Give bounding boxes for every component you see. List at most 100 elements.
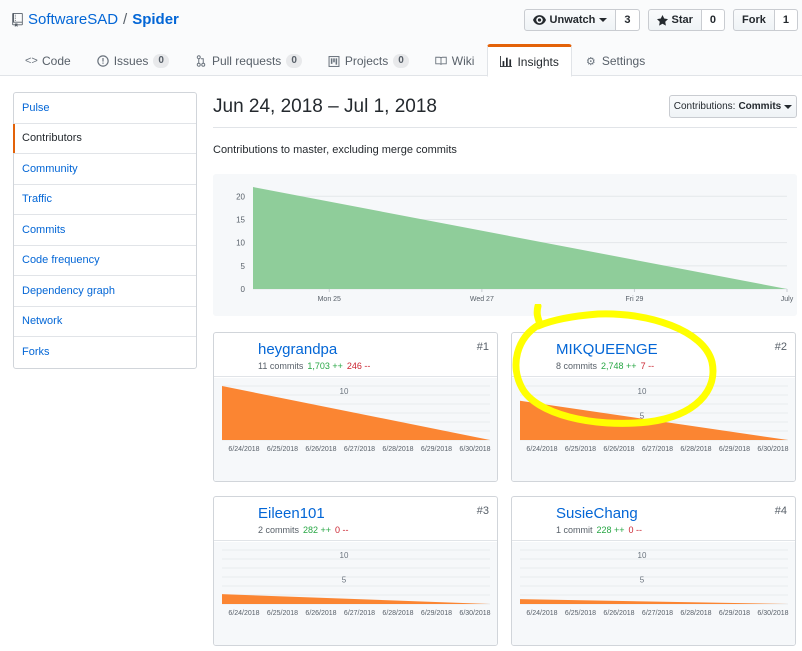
contributions-dropdown[interactable]: Contributions: Commits	[669, 95, 797, 118]
deletions-count: 7 --	[640, 361, 655, 371]
star-icon	[656, 14, 668, 26]
repo-nav: <> Code Issues 0 Pull requests 0 Project…	[12, 44, 658, 77]
y-tick-label: 10	[638, 387, 647, 396]
star-button[interactable]: Star	[647, 9, 702, 31]
x-tick-label: 6/27/2018	[344, 446, 375, 453]
contributor-card: Eileen101 #3 2 commits 282 ++ 0 -- 5 10 6/24…	[213, 496, 498, 646]
contributor-rank: #3	[476, 505, 489, 517]
unwatch-label: Unwatch	[549, 14, 596, 26]
contributor-card: SusieChang #4 1 commit 228 ++ 0 -- 5 10 6/24…	[511, 496, 796, 646]
unwatch-button[interactable]: Unwatch	[523, 9, 617, 31]
menu-item-community[interactable]: Community	[14, 154, 196, 185]
y-tick-label: 10	[236, 239, 245, 248]
star-label: Star	[671, 14, 693, 26]
repo-name-link[interactable]: Spider	[132, 11, 179, 28]
tab-issues[interactable]: Issues 0	[84, 44, 182, 76]
deletions-count: 0 --	[628, 525, 643, 535]
menu-item-traffic[interactable]: Traffic	[14, 185, 196, 215]
commits-link[interactable]: 8 commits	[556, 361, 597, 371]
contributor-rank: #2	[774, 341, 787, 353]
tab-settings[interactable]: ⚙ Settings	[572, 44, 658, 76]
commits-link[interactable]: 11 commits	[258, 361, 303, 371]
date-range-title: Jun 24, 2018 – Jul 1, 2018	[213, 96, 437, 117]
contributor-rank: #1	[476, 341, 489, 353]
tab-wiki[interactable]: Wiki	[422, 44, 488, 76]
chevron-down-icon	[599, 18, 608, 22]
x-tick-label: 6/29/2018	[719, 610, 750, 617]
menu-item-dependency-graph[interactable]: Dependency graph	[14, 276, 196, 307]
menu-item-contributors[interactable]: Contributors	[13, 123, 196, 154]
y-tick-label: 20	[236, 192, 245, 201]
tab-insights-label: Insights	[517, 54, 559, 69]
deletions-count: 0 --	[335, 525, 349, 535]
menu-item-commits[interactable]: Commits	[14, 215, 196, 246]
x-tick-label: Wed 27	[470, 296, 494, 303]
contributor-name-link[interactable]: SusieChang	[556, 505, 638, 522]
additions-count: 282 ++	[303, 525, 332, 535]
contributor-stats: 11 commits 1,703 ++ 246 --	[258, 361, 370, 371]
x-tick-label: July	[781, 296, 794, 303]
x-tick-label: 6/24/2018	[526, 446, 557, 453]
tab-projects[interactable]: Projects 0	[315, 44, 422, 76]
avatar[interactable]	[519, 504, 550, 535]
x-tick-label: 6/25/2018	[565, 446, 596, 453]
contributor-name-link[interactable]: MIKQUEENGE	[556, 341, 658, 358]
y-tick-label: 5	[342, 575, 347, 584]
menu-item-pulse[interactable]: Pulse	[14, 93, 196, 124]
y-tick-label: 10	[340, 551, 349, 560]
fork-button[interactable]: Fork	[733, 9, 775, 31]
tab-pull-requests-label: Pull requests	[211, 54, 282, 68]
repo-owner-link[interactable]: SoftwareSAD	[28, 11, 118, 28]
contributor-rank: #4	[774, 505, 787, 517]
tab-code-label: Code	[42, 54, 71, 68]
x-tick-label: 6/29/2018	[421, 610, 452, 617]
tab-pull-requests[interactable]: Pull requests 0	[182, 44, 315, 76]
fork-label: Fork	[742, 14, 766, 26]
y-tick-label: 10	[340, 387, 349, 396]
avatar[interactable]	[519, 340, 550, 371]
additions-count: 1,703 ++	[307, 361, 343, 371]
y-tick-label: 5	[640, 575, 645, 584]
contributor-chart: 5 10 6/24/2018 6/25/2018 6/26/2018 6/27/2018 6…	[512, 542, 795, 645]
x-tick-label: 6/27/2018	[344, 610, 375, 617]
pull-requests-counter: 0	[286, 54, 302, 68]
gear-icon: ⚙	[585, 55, 596, 68]
contributor-header: heygrandpa #1 11 commits 1,703 ++ 246 --	[214, 333, 497, 377]
tab-issues-label: Issues	[113, 54, 149, 68]
x-tick-label: 6/26/2018	[603, 610, 634, 617]
y-tick-label: 15	[236, 215, 245, 224]
insights-menu: Pulse Contributors Community Traffic Com…	[13, 92, 197, 369]
avatar[interactable]	[221, 504, 252, 535]
watchers-count[interactable]: 3	[616, 9, 640, 31]
menu-item-code-frequency[interactable]: Code frequency	[14, 246, 196, 276]
x-tick-label: 6/30/2018	[757, 610, 788, 617]
tab-code[interactable]: <> Code	[12, 44, 84, 76]
stars-count[interactable]: 0	[701, 9, 726, 31]
repo-separator: /	[123, 11, 128, 28]
avatar[interactable]	[221, 340, 252, 371]
star-group: Star 0	[647, 9, 726, 31]
y-tick-label: 5	[241, 262, 246, 271]
menu-item-forks[interactable]: Forks	[14, 337, 196, 368]
x-tick-label: Mon 25	[318, 296, 341, 303]
contributor-header: MIKQUEENGE #2 8 commits 2,748 ++ 7 --	[512, 333, 795, 377]
tab-insights[interactable]: Insights	[487, 44, 572, 77]
repo-header: SoftwareSAD / Spider Unwatch 3 Star 0 Fo…	[0, 0, 802, 77]
x-tick-label: 6/30/2018	[459, 446, 490, 453]
project-icon	[328, 55, 340, 67]
commits-link[interactable]: 2 commits	[258, 525, 299, 535]
contributor-name-link[interactable]: heygrandpa	[258, 341, 337, 358]
x-tick-label: 6/27/2018	[642, 610, 673, 617]
contributor-name-link[interactable]: Eileen101	[258, 505, 325, 522]
contributions-subtitle: Contributions to master, excluding merge…	[213, 144, 457, 156]
forks-count[interactable]: 1	[774, 9, 798, 31]
x-tick-label: 6/29/2018	[719, 446, 750, 453]
commits-link[interactable]: 1 commit	[556, 525, 593, 535]
contributor-stats: 8 commits 2,748 ++ 7 --	[556, 361, 654, 371]
menu-item-network[interactable]: Network	[14, 307, 196, 337]
contributions-area	[253, 187, 787, 289]
deletions-count: 246 --	[346, 361, 371, 371]
contributions-chart-container: 0 5 10 15 20 Mon 25 Wed 27 Fri 29 July	[213, 174, 797, 316]
issue-opened-icon	[96, 55, 109, 67]
x-tick-label: 6/28/2018	[680, 610, 711, 617]
